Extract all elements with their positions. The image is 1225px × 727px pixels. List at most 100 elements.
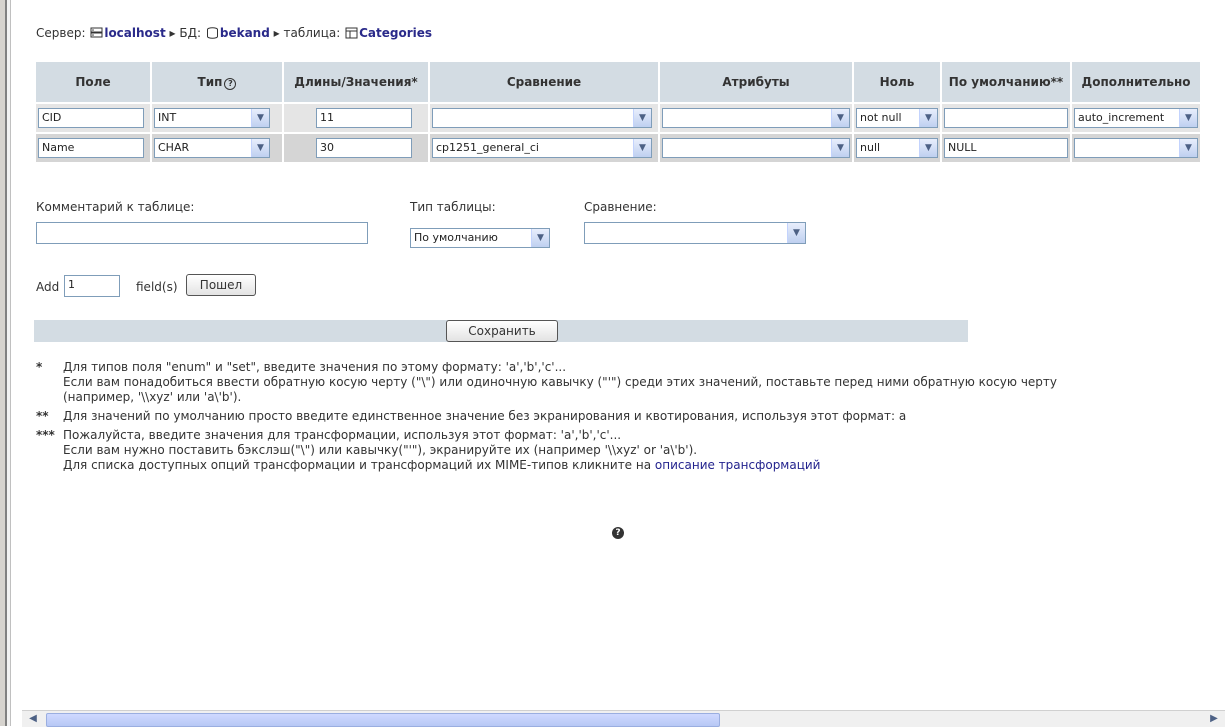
left-frame-border <box>0 0 7 726</box>
chevron-down-icon[interactable]: ▼ <box>919 109 937 127</box>
left-frame-inner <box>7 0 11 726</box>
cell-extra: auto_increment ▼ <box>1072 104 1200 132</box>
col-type-header: Тип? <box>152 62 282 102</box>
col-type-label: Тип <box>197 74 223 89</box>
null-select[interactable]: null ▼ <box>856 138 938 158</box>
table-header-row: Поле Тип? Длины/Значения* Сравнение Атри… <box>36 62 1200 102</box>
horizontal-scrollbar[interactable]: ◀ ▶ <box>22 710 1225 727</box>
default-input[interactable]: NULL <box>944 138 1068 158</box>
help-icon[interactable]: ? <box>224 77 237 90</box>
field-name-input[interactable]: CID <box>38 108 144 128</box>
cell-attributes: ▼ <box>660 104 852 132</box>
database-icon <box>206 27 218 39</box>
cell-length: 30 <box>284 134 428 162</box>
col-default-header: По умолчанию** <box>942 62 1070 102</box>
scrollbar-thumb[interactable] <box>46 713 720 727</box>
scroll-right-icon[interactable]: ▶ <box>1207 712 1221 726</box>
note-enum-set: * Для типов поля "enum" и "set", введите… <box>36 360 1216 405</box>
length-input[interactable]: 11 <box>316 108 412 128</box>
cell-default: NULL <box>942 134 1070 162</box>
type-select[interactable]: CHAR ▼ <box>154 138 270 158</box>
table-type-value: По умолчанию <box>414 231 498 244</box>
note-transformation: *** Пожалуйста, введите значения для тра… <box>36 428 1216 473</box>
add-fields-count-input[interactable]: 1 <box>64 275 120 297</box>
note-default: ** Для значений по умолчанию просто введ… <box>36 409 1216 424</box>
chevron-down-icon[interactable]: ▼ <box>831 109 849 127</box>
table-comment-input[interactable] <box>36 222 368 244</box>
cell-length: 11 <box>284 104 428 132</box>
attributes-select[interactable]: ▼ <box>662 138 850 158</box>
table-icon <box>345 27 358 39</box>
chevron-down-icon[interactable]: ▼ <box>531 229 549 247</box>
cell-default <box>942 104 1070 132</box>
chevron-down-icon[interactable]: ▼ <box>787 223 805 243</box>
col-attributes-header: Атрибуты <box>660 62 852 102</box>
attributes-select[interactable]: ▼ <box>662 108 850 128</box>
extra-select[interactable]: auto_increment ▼ <box>1074 108 1198 128</box>
cell-null: not null ▼ <box>854 104 940 132</box>
note-text: Для списка доступных опций трансформации… <box>63 458 652 472</box>
note-line: Если вам понадобиться ввести обратную ко… <box>63 375 1057 389</box>
chevron-down-icon[interactable]: ▼ <box>1179 139 1197 157</box>
length-input[interactable]: 30 <box>316 138 412 158</box>
note-line: Для значений по умолчанию просто введите… <box>63 409 907 423</box>
table-collation-label: Сравнение: <box>584 200 657 214</box>
breadcrumb-separator: ▸ <box>273 26 280 40</box>
note-line: (например, '\\xyz' или 'a\'b'). <box>63 390 242 404</box>
fields-table: Поле Тип? Длины/Значения* Сравнение Атри… <box>34 60 1202 164</box>
transformations-link[interactable]: описание трансформаций <box>655 458 821 472</box>
table-collation-value <box>585 223 787 243</box>
default-input[interactable] <box>944 108 1068 128</box>
cell-field: Name <box>36 134 150 162</box>
cell-null: null ▼ <box>854 134 940 162</box>
breadcrumb-separator: ▸ <box>169 26 176 40</box>
extra-select[interactable]: ▼ <box>1074 138 1198 158</box>
col-extra-header: Дополнительно <box>1072 62 1200 102</box>
db-label: БД: <box>179 26 202 40</box>
table-link[interactable]: Categories <box>359 26 432 40</box>
type-select[interactable]: INT ▼ <box>154 108 270 128</box>
chevron-down-icon[interactable]: ▼ <box>251 109 269 127</box>
server-icon <box>90 27 103 38</box>
cell-extra: ▼ <box>1072 134 1200 162</box>
cell-collation: cp1251_general_ci ▼ <box>430 134 658 162</box>
table-type-select[interactable]: По умолчанию ▼ <box>410 228 550 248</box>
fields-label: field(s) <box>136 280 178 294</box>
save-button[interactable]: Сохранить <box>446 320 558 342</box>
server-link[interactable]: localhost <box>104 26 165 40</box>
cell-field: CID <box>36 104 150 132</box>
note-marker: *** <box>36 428 55 442</box>
note-marker: * <box>36 360 43 374</box>
scroll-left-icon[interactable]: ◀ <box>26 712 40 726</box>
chevron-down-icon[interactable]: ▼ <box>633 139 651 157</box>
null-value: null <box>860 141 881 154</box>
note-line: Для типов поля "enum" и "set", введите з… <box>63 360 567 374</box>
note-marker: ** <box>36 409 49 423</box>
collation-select[interactable]: cp1251_general_ci ▼ <box>432 138 652 158</box>
cell-attributes: ▼ <box>660 134 852 162</box>
breadcrumb: Сервер: localhost ▸ БД: bekand ▸ таблица… <box>36 26 432 40</box>
go-button[interactable]: Пошел <box>186 274 256 296</box>
extra-value <box>1075 139 1179 157</box>
table-row: Name CHAR ▼ 30 cp1251_general_ci ▼ ▼ null ▼… <box>36 134 1200 162</box>
chevron-down-icon[interactable]: ▼ <box>919 139 937 157</box>
cell-collation: ▼ <box>430 104 658 132</box>
chevron-down-icon[interactable]: ▼ <box>831 139 849 157</box>
table-collation-select[interactable]: ▼ <box>584 222 806 244</box>
question-icon[interactable]: ? <box>612 527 624 539</box>
collation-value <box>433 109 633 127</box>
table-comment-label: Комментарий к таблице: <box>36 200 195 214</box>
collation-value: cp1251_general_ci <box>436 141 539 154</box>
db-link[interactable]: bekand <box>220 26 270 40</box>
field-name-input[interactable]: Name <box>38 138 144 158</box>
chevron-down-icon[interactable]: ▼ <box>251 139 269 157</box>
attributes-value <box>663 109 831 127</box>
col-null-header: Ноль <box>854 62 940 102</box>
cell-type: INT ▼ <box>152 104 282 132</box>
col-collation-header: Сравнение <box>430 62 658 102</box>
chevron-down-icon[interactable]: ▼ <box>633 109 651 127</box>
null-select[interactable]: not null ▼ <box>856 108 938 128</box>
server-label: Сервер: <box>36 26 86 40</box>
chevron-down-icon[interactable]: ▼ <box>1179 109 1197 127</box>
collation-select[interactable]: ▼ <box>432 108 652 128</box>
